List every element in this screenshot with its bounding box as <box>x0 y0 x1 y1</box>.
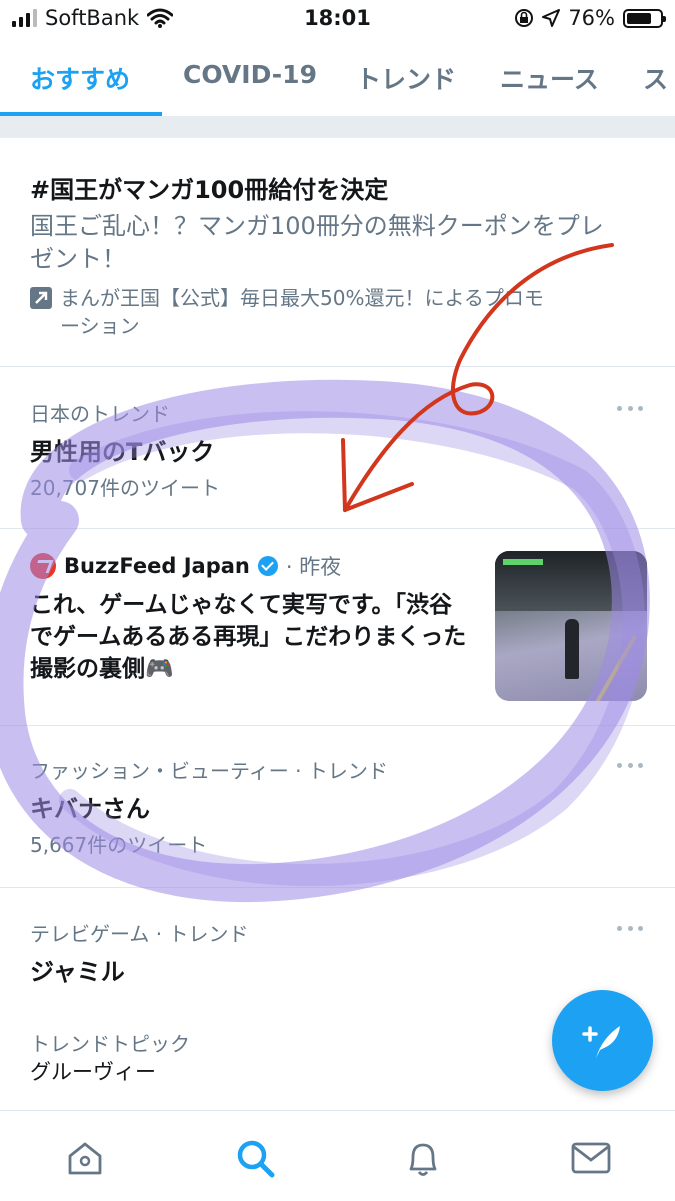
news-title[interactable]: これ、ゲームじゃなくて実写です。「渋谷でゲームあるある再現」こだわりまくった撮影… <box>30 589 470 685</box>
explore-tabs: おすすめ COVID-19 トレンド ニュース ス <box>0 40 675 117</box>
compose-tweet-icon <box>581 1025 620 1058</box>
trend-name[interactable]: 男性用のTバック <box>30 432 214 467</box>
section-divider <box>0 116 675 138</box>
more-options-icon[interactable] <box>617 763 643 771</box>
promoted-arrow-icon <box>30 287 52 309</box>
compose-tweet-button[interactable] <box>552 990 653 1091</box>
home-icon <box>68 1142 102 1175</box>
trend-topic-name[interactable]: グルーヴィー <box>30 1056 156 1086</box>
nav-notifications[interactable] <box>398 1133 448 1183</box>
promoted-by-label: まんが王国【公式】毎日最大50%還元！によるプロモーション <box>60 286 544 338</box>
tab-recommended[interactable]: おすすめ <box>30 60 130 96</box>
news-item[interactable]: BuzzFeed Japan · 昨夜 これ、ゲームじゃなくて実写です。「渋谷で… <box>0 529 675 726</box>
search-icon <box>237 1140 275 1178</box>
trend-item[interactable]: ファッション・ビューティー · トレンド キバナさん 5,667件のツイート <box>0 725 675 888</box>
news-thumbnail[interactable] <box>495 551 647 701</box>
news-source: BuzzFeed Japan <box>64 554 250 578</box>
location-icon <box>542 9 561 27</box>
tab-trends[interactable]: トレンド <box>356 60 456 96</box>
trend-tweet-count: 20,707件のツイート <box>30 476 220 500</box>
promoted-by: まんが王国【公式】毎日最大50%還元！によるプロモーション <box>30 284 550 340</box>
trend-item[interactable]: 日本のトレンド 男性用のTバック 20,707件のツイート <box>0 366 675 529</box>
trend-tweet-count: 5,667件のツイート <box>30 833 208 857</box>
promoted-title[interactable]: #国王がマンガ100冊給付を決定 <box>30 170 388 205</box>
news-header: BuzzFeed Japan · 昨夜 <box>30 551 341 581</box>
more-options-icon[interactable] <box>617 926 643 934</box>
status-right: 76% <box>514 6 666 30</box>
nav-home[interactable] <box>60 1133 110 1183</box>
trend-topic-category: トレンドトピック <box>30 1032 190 1056</box>
tab-news[interactable]: ニュース <box>500 60 599 96</box>
tab-sports[interactable]: ス <box>643 60 668 96</box>
news-time: · 昨夜 <box>285 555 342 579</box>
trend-category: テレビゲーム · トレンド <box>30 922 249 946</box>
promoted-description: 国王ご乱心！？マンガ100冊分の無料クーポンをプレゼント！ <box>30 212 604 273</box>
status-bar: SoftBank 18:01 76% <box>0 0 675 40</box>
trend-category: 日本のトレンド <box>30 402 170 426</box>
messages-envelope-icon <box>571 1142 611 1174</box>
trend-name[interactable]: ジャミル <box>30 952 125 987</box>
more-options-icon[interactable] <box>617 406 643 414</box>
verified-badge-icon <box>257 556 278 576</box>
bottom-tab-bar <box>0 1110 675 1201</box>
battery-icon <box>623 8 666 28</box>
trend-category: ファッション・ビューティー · トレンド <box>30 759 388 783</box>
trend-name[interactable]: キバナさん <box>30 789 150 824</box>
notifications-bell-icon <box>409 1143 437 1176</box>
nav-messages[interactable] <box>566 1133 616 1183</box>
promoted-trend[interactable]: #国王がマンガ100冊給付を決定 国王ご乱心！？マンガ100冊分の無料クーポンを… <box>0 138 675 367</box>
battery-percent: 76% <box>568 6 615 30</box>
nav-search[interactable] <box>230 1133 280 1183</box>
rotation-lock-icon <box>515 9 534 27</box>
tab-covid19[interactable]: COVID-19 <box>183 60 317 89</box>
buzzfeed-logo-icon <box>30 553 56 579</box>
